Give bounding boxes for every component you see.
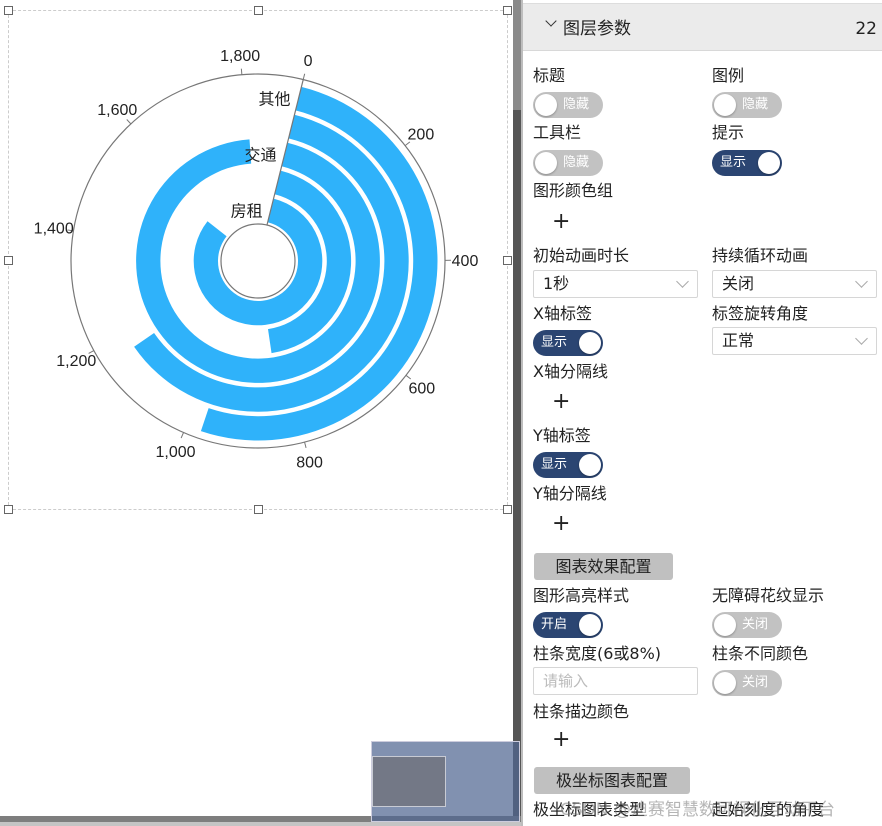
select-value: 1秒: [543, 274, 570, 293]
toolbar-label: 工具栏: [533, 123, 582, 142]
select-value: 正常: [722, 331, 755, 350]
toggle-text: 显示: [541, 457, 568, 472]
add-stroke-color-button[interactable]: +: [552, 729, 570, 751]
color-group-label: 图形颜色组: [533, 181, 614, 200]
bar-diff-color-label: 柱条不同颜色: [712, 644, 809, 663]
bar-width-input[interactable]: [533, 667, 698, 695]
chevron-down-icon: [855, 332, 868, 345]
toggle-text: 隐藏: [563, 97, 590, 112]
bar-width-label: 柱条宽度(6或8%): [533, 644, 662, 663]
toolbar-toggle[interactable]: 隐藏: [533, 150, 603, 176]
toggle-text: 开启: [541, 617, 568, 632]
chevron-down-icon: [855, 275, 868, 288]
anim-duration-label: 初始动画时长: [533, 246, 630, 265]
resize-handle[interactable]: [503, 6, 512, 15]
vertical-scrollbar-thumb[interactable]: [513, 110, 521, 816]
tooltip-toggle[interactable]: 显示: [712, 150, 782, 176]
aria-pattern-toggle[interactable]: 关闭: [712, 612, 782, 638]
resize-handle[interactable]: [503, 256, 512, 265]
y-axis-label-toggle[interactable]: 显示: [533, 452, 603, 478]
y-axis-label-label: Y轴标签: [533, 426, 591, 445]
legend-toggle[interactable]: 隐藏: [712, 92, 782, 118]
toggle-text: 显示: [541, 335, 568, 350]
minimap-viewport[interactable]: [372, 756, 446, 807]
watermark: CSDN @迪赛智慧数可视化互动平台: [560, 800, 835, 820]
x-split-line-label: X轴分隔线: [533, 362, 608, 381]
highlight-style-label: 图形高亮样式: [533, 586, 630, 605]
resize-handle[interactable]: [254, 505, 263, 514]
resize-handle[interactable]: [4, 256, 13, 265]
toggle-text: 显示: [720, 155, 747, 170]
y-split-line-label: Y轴分隔线: [533, 484, 607, 503]
select-value: 关闭: [722, 274, 755, 293]
x-axis-label-label: X轴标签: [533, 304, 592, 323]
toggle-text: 关闭: [742, 617, 769, 632]
title-toggle[interactable]: 隐藏: [533, 92, 603, 118]
toggle-text: 隐藏: [563, 155, 590, 170]
add-color-button[interactable]: +: [552, 211, 570, 233]
label-rotate-label: 标签旋转角度: [712, 304, 809, 323]
panel-title: 图层参数: [563, 19, 631, 39]
legend-label: 图例: [712, 66, 745, 85]
label-rotate-select[interactable]: 正常: [712, 327, 877, 355]
resize-handle[interactable]: [4, 505, 13, 514]
bar-diff-color-toggle[interactable]: 关闭: [712, 670, 782, 696]
resize-handle[interactable]: [254, 6, 263, 15]
tooltip-label: 提示: [712, 123, 745, 142]
resize-handle[interactable]: [4, 6, 13, 15]
panel-header[interactable]: 图层参数 22: [523, 3, 882, 51]
effect-config-section-button[interactable]: 图表效果配置: [534, 553, 673, 580]
selection-box[interactable]: [4, 6, 512, 514]
aria-pattern-label: 无障碍花纹显示: [712, 586, 825, 605]
loop-anim-label: 持续循环动画: [712, 246, 809, 265]
add-y-split-button[interactable]: +: [552, 513, 570, 535]
toggle-text: 关闭: [742, 675, 769, 690]
polar-config-section-button[interactable]: 极坐标图表配置: [534, 767, 690, 794]
title-label: 标题: [533, 66, 566, 85]
chevron-down-icon: [676, 275, 689, 288]
x-axis-label-toggle[interactable]: 显示: [533, 330, 603, 356]
panel-count: 22: [855, 19, 877, 39]
toggle-text: 隐藏: [742, 97, 769, 112]
highlight-style-toggle[interactable]: 开启: [533, 612, 603, 638]
add-x-split-button[interactable]: +: [552, 391, 570, 413]
bar-stroke-color-label: 柱条描边颜色: [533, 702, 630, 721]
chevron-down-icon[interactable]: [545, 15, 557, 27]
resize-handle[interactable]: [503, 505, 512, 514]
anim-duration-select[interactable]: 1秒: [533, 270, 698, 298]
loop-anim-select[interactable]: 关闭: [712, 270, 877, 298]
